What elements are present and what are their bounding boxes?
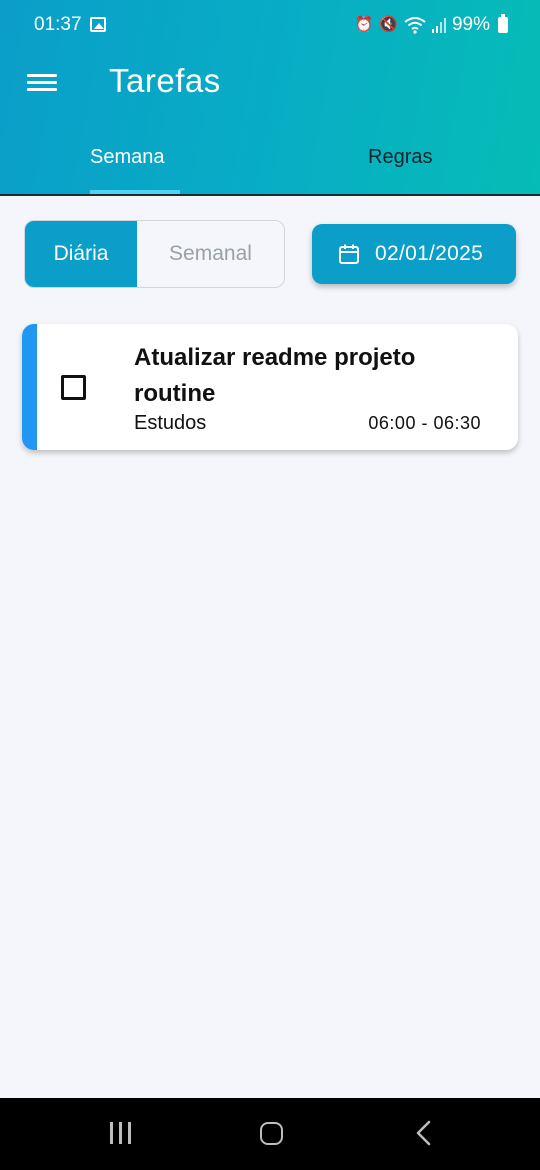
task-card[interactable]: Atualizar readme projeto routine Estudos… bbox=[22, 324, 518, 450]
task-accent-bar bbox=[22, 324, 37, 450]
mute-icon: 🔇 bbox=[379, 16, 398, 33]
recents-icon[interactable] bbox=[110, 1122, 132, 1144]
status-time: 01:37 bbox=[34, 14, 82, 35]
system-nav-bar bbox=[0, 1098, 540, 1170]
calendar-icon bbox=[339, 244, 359, 264]
date-picker-button[interactable]: 02/01/2025 bbox=[312, 224, 516, 284]
battery-icon bbox=[498, 14, 508, 33]
wifi-icon bbox=[404, 17, 426, 34]
task-checkbox[interactable] bbox=[61, 375, 86, 400]
task-category: Estudos bbox=[134, 412, 207, 434]
alarm-icon: ⏰ bbox=[354, 16, 374, 33]
date-value: 02/01/2025 bbox=[375, 242, 484, 265]
gallery-icon bbox=[90, 17, 106, 32]
tab-semana[interactable]: Semana bbox=[90, 146, 165, 169]
tab-regras[interactable]: Regras bbox=[368, 146, 432, 169]
battery-text: 99% bbox=[451, 14, 490, 35]
back-icon[interactable] bbox=[413, 1120, 433, 1146]
tab-indicator bbox=[90, 190, 180, 194]
view-toggle: Diária Semanal bbox=[24, 220, 285, 288]
app-header: 01:37 ⏰ 🔇 99% Tarefas Semana Regras bbox=[0, 0, 540, 196]
status-bar: 01:37 ⏰ 🔇 99% bbox=[0, 0, 540, 50]
toggle-diaria-button[interactable]: Diária bbox=[25, 221, 137, 287]
task-time: 06:00 - 06:30 bbox=[368, 413, 481, 433]
signal-icon bbox=[431, 18, 446, 33]
page-title: Tarefas bbox=[109, 62, 221, 99]
toggle-semanal-button[interactable]: Semanal bbox=[137, 221, 284, 287]
home-icon[interactable] bbox=[260, 1122, 283, 1145]
task-title: Atualizar readme projeto routine bbox=[134, 344, 416, 407]
menu-icon[interactable] bbox=[27, 72, 57, 94]
status-icons: ⏰ 🔇 99% bbox=[355, 14, 508, 36]
